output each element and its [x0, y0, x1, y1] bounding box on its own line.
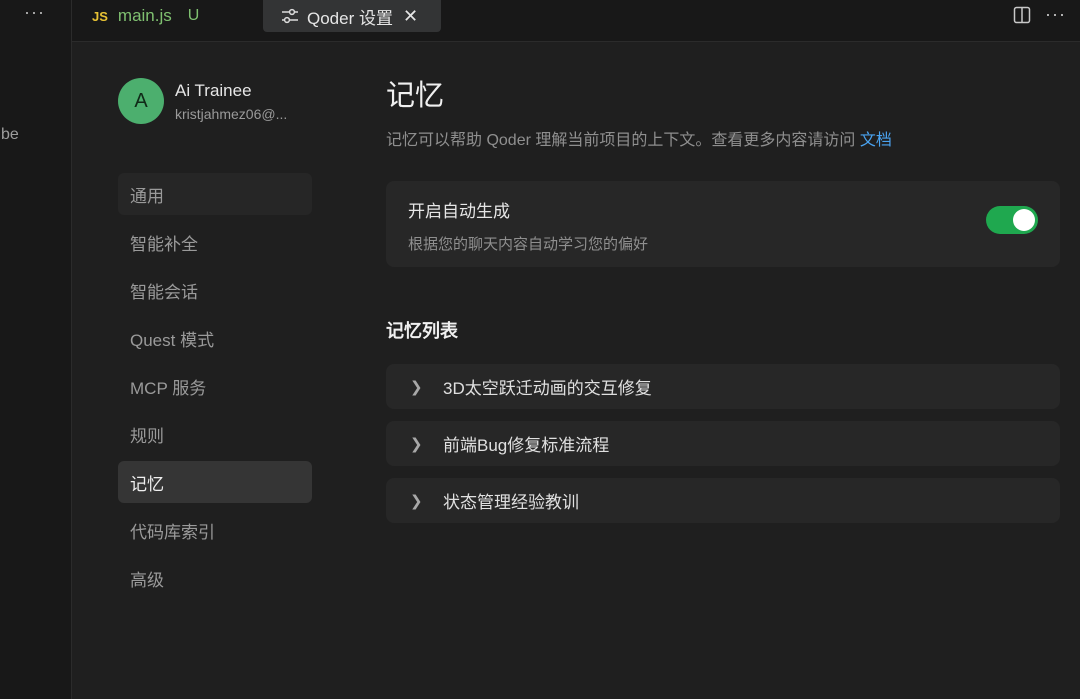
nav-item-mcp[interactable]: MCP 服务 [118, 365, 312, 407]
auto-generate-subtitle: 根据您的聊天内容自动学习您的偏好 [408, 236, 649, 253]
settings-window: ··· be JS main.js U Qoder 设置 ✕ ··· A Ai … [0, 0, 1080, 699]
profile-email: kristjahmez06@... [175, 105, 288, 122]
docs-link[interactable]: 文档 [860, 132, 892, 149]
tab-untracked-status: U [187, 7, 200, 24]
nav-item-rules[interactable]: 规则 [118, 413, 312, 455]
nav-item-advanced[interactable]: 高级 [118, 557, 312, 599]
avatar: A [118, 78, 164, 124]
memory-list: ❯ 3D太空跃迁动画的交互修复 ❯ 前端Bug修复标准流程 ❯ 状态管理经验教训 [386, 364, 1060, 523]
chevron-right-icon: ❯ [410, 435, 423, 453]
left-more-icon[interactable]: ··· [24, 2, 45, 23]
nav-item-codebase-index[interactable]: 代码库索引 [118, 509, 312, 551]
memory-list-title: 记忆列表 [386, 321, 458, 341]
memory-item-label: 3D太空跃迁动画的交互修复 [443, 379, 652, 398]
memory-item-label: 前端Bug修复标准流程 [443, 436, 610, 455]
page-description: 记忆可以帮助 Qoder 理解当前项目的上下文。查看更多内容请访问 文档 [386, 126, 1060, 150]
memory-item[interactable]: ❯ 前端Bug修复标准流程 [386, 421, 1060, 466]
more-actions-icon[interactable]: ··· [1045, 4, 1066, 25]
left-panel-text-fragment: be [1, 126, 19, 143]
memory-item-label: 状态管理经验教训 [443, 493, 579, 512]
tab-settings-label: Qoder 设置 [307, 8, 393, 28]
memory-settings-panel: 记忆 记忆可以帮助 Qoder 理解当前项目的上下文。查看更多内容请访问 文档 … [386, 72, 1060, 535]
memory-item[interactable]: ❯ 3D太空跃迁动画的交互修复 [386, 364, 1060, 409]
settings-sliders-icon [282, 8, 298, 24]
split-editor-icon[interactable] [1013, 6, 1031, 24]
nav-item-chat[interactable]: 智能会话 [118, 269, 312, 311]
user-profile: A Ai Trainee kristjahmez06@... [118, 78, 287, 124]
close-icon[interactable]: ✕ [403, 6, 418, 27]
profile-name: Ai Trainee [175, 80, 252, 100]
chevron-right-icon: ❯ [410, 378, 423, 396]
memory-item[interactable]: ❯ 状态管理经验教训 [386, 478, 1060, 523]
nav-item-general[interactable]: 通用 [118, 173, 312, 215]
nav-item-quest-mode[interactable]: Quest 模式 [118, 317, 312, 359]
tab-main-js[interactable]: JS main.js U [92, 0, 199, 32]
editor-actions: ··· [1013, 4, 1066, 25]
auto-generate-toggle[interactable] [986, 206, 1038, 234]
nav-item-completion[interactable]: 智能补全 [118, 221, 312, 263]
tab-main-js-label: main.js [117, 6, 172, 25]
chevron-right-icon: ❯ [410, 492, 423, 510]
tab-qoder-settings[interactable]: Qoder 设置 ✕ [263, 0, 441, 32]
left-panel-strip: ··· be [0, 0, 72, 699]
toggle-knob [1013, 209, 1035, 231]
js-file-icon: JS [92, 8, 108, 24]
page-description-text: 记忆可以帮助 Qoder 理解当前项目的上下文。查看更多内容请访问 [386, 132, 860, 149]
nav-item-memory[interactable]: 记忆 [118, 461, 312, 503]
auto-generate-title: 开启自动生成 [408, 202, 510, 221]
tab-bar: JS main.js U Qoder 设置 ✕ ··· [72, 0, 1080, 42]
page-title: 记忆 [386, 80, 445, 112]
settings-nav: 通用 智能补全 智能会话 Quest 模式 MCP 服务 规则 记忆 代码库索引… [118, 173, 312, 605]
auto-generate-card: 开启自动生成 根据您的聊天内容自动学习您的偏好 [386, 181, 1060, 267]
